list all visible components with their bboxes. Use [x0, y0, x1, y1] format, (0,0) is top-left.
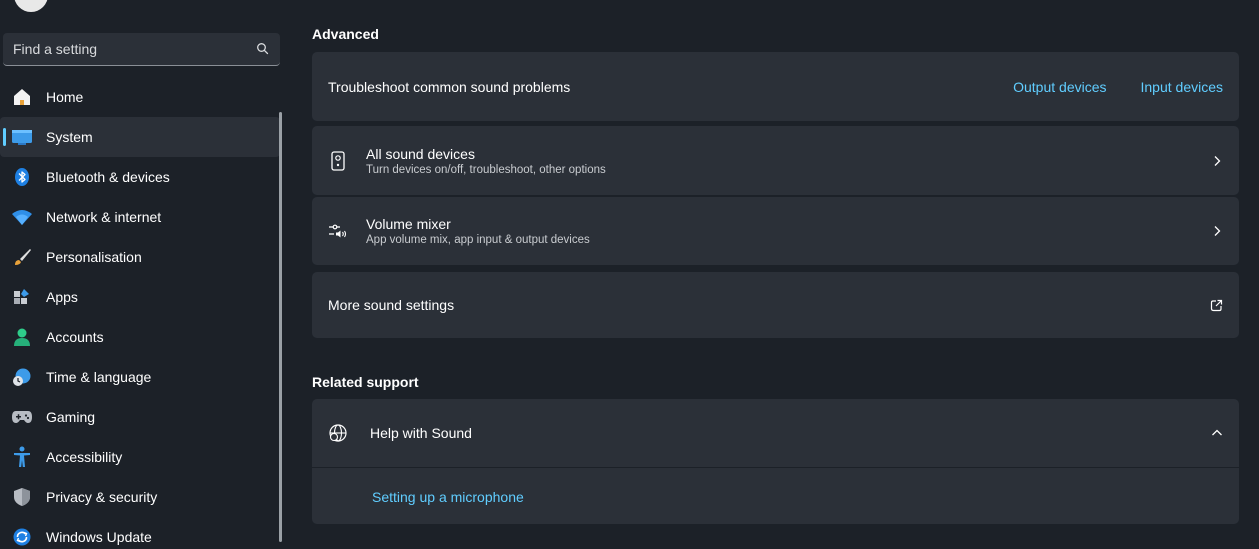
sidebar-item-apps[interactable]: Apps — [0, 277, 280, 317]
home-icon — [11, 86, 33, 108]
sidebar-item-label: Personalisation — [46, 249, 142, 265]
globe-help-icon — [328, 423, 348, 443]
sidebar-item-windows-update[interactable]: Windows Update — [0, 517, 280, 549]
sidebar-item-time-language[interactable]: Time & language — [0, 357, 280, 397]
apps-icon — [11, 286, 33, 308]
sidebar-item-label: Apps — [46, 289, 78, 305]
sidebar-item-label: Accounts — [46, 329, 104, 345]
wifi-icon — [11, 206, 33, 228]
update-icon — [11, 526, 33, 548]
sidebar-item-gaming[interactable]: Gaming — [0, 397, 280, 437]
sidebar: Find a setting Home System Bluetooth & d… — [0, 0, 283, 549]
chevron-right-icon — [1214, 226, 1221, 236]
time-language-icon — [11, 366, 33, 388]
sidebar-scrollbar[interactable] — [279, 112, 282, 542]
more-sound-settings-card[interactable]: More sound settings — [312, 272, 1239, 338]
all-sound-devices-title: All sound devices — [366, 145, 475, 162]
sidebar-item-privacy-security[interactable]: Privacy & security — [0, 477, 280, 517]
all-sound-devices-card[interactable]: All sound devices Turn devices on/off, t… — [312, 126, 1239, 195]
volume-mixer-card[interactable]: Volume mixer App volume mix, app input &… — [312, 197, 1239, 265]
sidebar-item-bluetooth[interactable]: Bluetooth & devices — [0, 157, 280, 197]
sidebar-item-label: Gaming — [46, 409, 96, 425]
sidebar-item-personalisation[interactable]: Personalisation — [0, 237, 280, 277]
gamepad-icon — [11, 406, 33, 428]
volume-mixer-title: Volume mixer — [366, 216, 451, 232]
main-content: Advanced Troubleshoot common sound probl… — [312, 0, 1259, 549]
brush-icon — [11, 246, 33, 268]
sidebar-item-label: Network & internet — [46, 209, 162, 225]
sidebar-item-label: Home — [46, 89, 84, 105]
search-input[interactable]: Find a setting — [13, 41, 256, 57]
sidebar-item-home[interactable]: Home — [0, 77, 280, 117]
help-with-sound-header[interactable]: Help with Sound — [312, 399, 1239, 467]
external-link-icon — [1210, 299, 1223, 311]
help-with-sound-title: Help with Sound — [370, 425, 472, 441]
chevron-right-icon — [1214, 155, 1221, 166]
chevron-up-icon[interactable] — [1211, 427, 1223, 439]
troubleshoot-label: Troubleshoot common sound problems — [328, 78, 571, 95]
setting-up-microphone-link[interactable]: Setting up a microphone — [372, 489, 524, 505]
speaker-icon — [328, 150, 348, 171]
bluetooth-icon — [11, 166, 33, 188]
sidebar-nav: Home System Bluetooth & devices Network … — [0, 77, 280, 549]
accounts-icon — [11, 326, 33, 348]
sidebar-item-label: System — [46, 129, 93, 145]
search-icon[interactable] — [256, 42, 270, 56]
sidebar-item-accessibility[interactable]: Accessibility — [0, 437, 280, 477]
accessibility-icon — [11, 446, 33, 468]
volume-mixer-icon — [328, 221, 348, 241]
sidebar-item-label: Accessibility — [46, 449, 123, 465]
sidebar-item-label: Bluetooth & devices — [46, 169, 170, 185]
troubleshoot-card: Troubleshoot common sound problems Outpu… — [312, 52, 1239, 121]
sidebar-item-label: Windows Update — [46, 529, 152, 545]
sidebar-item-network[interactable]: Network & internet — [0, 197, 280, 237]
all-sound-devices-subtitle: Turn devices on/off, troubleshoot, other… — [366, 163, 606, 176]
volume-mixer-subtitle: App volume mix, app input & output devic… — [366, 234, 590, 246]
shield-icon — [11, 486, 33, 508]
search-box[interactable]: Find a setting — [3, 33, 280, 66]
system-icon — [11, 126, 33, 148]
input-devices-link[interactable]: Input devices — [1141, 79, 1224, 95]
output-devices-link[interactable]: Output devices — [1013, 79, 1106, 95]
avatar[interactable] — [14, 0, 48, 12]
sidebar-item-label: Time & language — [46, 369, 152, 385]
sidebar-item-system[interactable]: System — [0, 117, 280, 157]
section-title-advanced: Advanced — [312, 26, 379, 42]
sidebar-item-accounts[interactable]: Accounts — [0, 317, 280, 357]
all-sound-devices-text: All sound devices Turn devices on/off, t… — [366, 146, 1211, 176]
help-with-sound-body: Setting up a microphone — [312, 468, 1239, 524]
more-sound-settings-label: More sound settings — [328, 297, 455, 313]
volume-mixer-text: Volume mixer App volume mix, app input &… — [366, 216, 1211, 246]
section-title-related-support: Related support — [312, 374, 419, 390]
sidebar-item-label: Privacy & security — [46, 489, 158, 505]
